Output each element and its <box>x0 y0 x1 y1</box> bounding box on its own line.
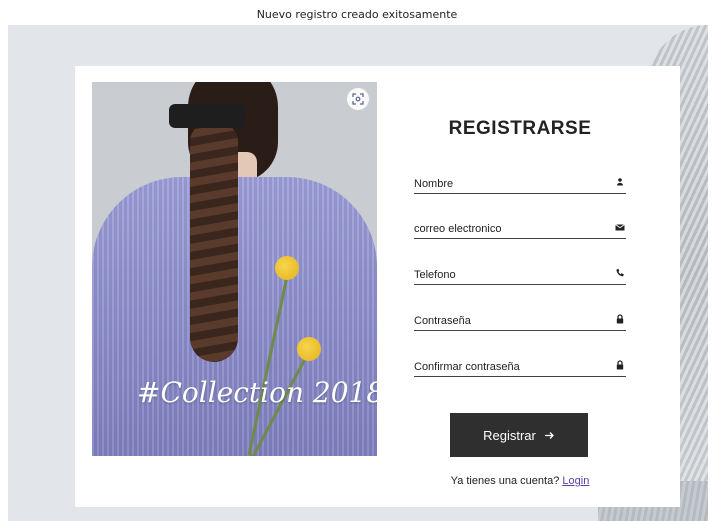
hero-image: #Collection 2018 <box>92 82 377 456</box>
registrar-button[interactable]: Registrar <box>450 413 588 457</box>
success-toast: Nuevo registro creado exitosamente <box>0 0 714 24</box>
form-title: REGISTRARSE <box>448 118 592 139</box>
phone-icon <box>616 268 624 277</box>
hero-caption: #Collection 2018 <box>137 376 377 409</box>
contrasena-input[interactable] <box>414 312 604 327</box>
telefono-field <box>414 263 626 285</box>
hero-hair <box>190 122 238 362</box>
hero-flower <box>297 337 321 361</box>
confirmar-contrasena-input[interactable] <box>414 358 604 373</box>
envelope-icon <box>615 224 625 231</box>
nombre-input[interactable] <box>414 175 604 190</box>
toast-message: Nuevo registro creado exitosamente <box>256 8 458 21</box>
login-link[interactable]: Login <box>562 475 589 487</box>
hero-flower <box>275 256 299 280</box>
login-prompt-text: Ya tienes una cuenta? <box>450 475 560 487</box>
hero-hair-clip <box>169 104 245 128</box>
user-icon <box>617 178 623 186</box>
confirmar-contrasena-field <box>414 355 626 377</box>
arrow-right-icon <box>544 431 554 439</box>
lock-icon <box>616 360 624 370</box>
correo-field <box>414 217 626 239</box>
nombre-field <box>414 172 626 194</box>
lock-icon <box>616 314 624 324</box>
telefono-input[interactable] <box>414 266 604 281</box>
registrar-button-label: Registrar <box>483 427 536 443</box>
contrasena-field <box>414 309 626 331</box>
scan-icon[interactable] <box>347 88 369 110</box>
register-card: #Collection 2018 REGISTRARSE Nombre corr… <box>75 66 680 507</box>
login-prompt: Ya tienes una cuenta? Login <box>414 475 626 487</box>
correo-input[interactable] <box>414 220 604 235</box>
